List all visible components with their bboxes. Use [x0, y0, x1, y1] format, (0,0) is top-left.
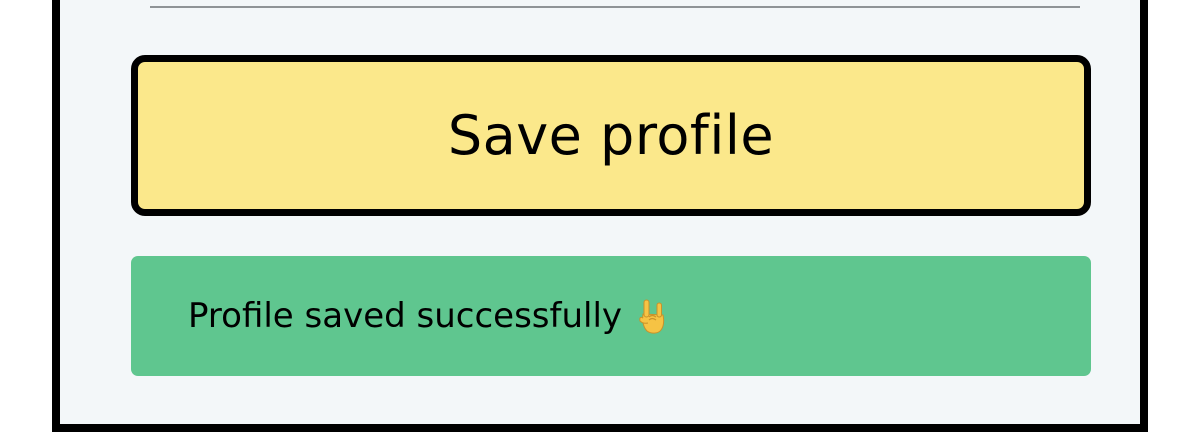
- save-profile-button[interactable]: Save profile: [131, 55, 1091, 216]
- toast-message: Profile saved successfully: [188, 296, 623, 336]
- save-profile-label: Save profile: [447, 104, 775, 167]
- profile-panel: Save profile Profile saved successfully: [52, 0, 1148, 432]
- success-toast: Profile saved successfully: [131, 256, 1091, 376]
- input-bottom-border: [150, 0, 1080, 8]
- rock-on-hand-icon: [639, 299, 665, 334]
